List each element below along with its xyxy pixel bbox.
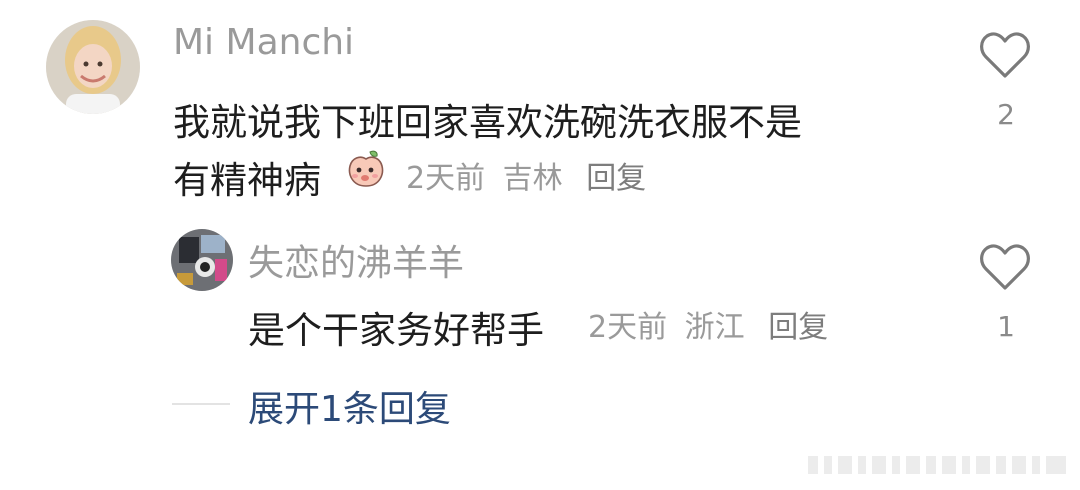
comment-reply-button[interactable]: 回复 (586, 161, 646, 196)
comment-text-line1: 我就说我下班回家喜欢洗碗洗衣服不是 (173, 101, 802, 144)
comment-location: 吉林 (502, 161, 563, 196)
reply-reply-button[interactable]: 回复 (768, 310, 828, 345)
reply-time: 2天前 (588, 310, 668, 345)
heart-outline-icon (980, 244, 1030, 290)
reply-meta: 2天前 浙江 回复 (588, 302, 828, 346)
comment-meta: 2天前 吉林 回复 (406, 153, 646, 197)
peach-emoji-icon (344, 146, 388, 190)
commenter-avatar[interactable] (46, 20, 140, 114)
comment-text-line2: 有精神病 (173, 159, 321, 202)
replier-username[interactable]: 失恋的沸羊羊 (248, 234, 464, 286)
heart-outline-icon (980, 32, 1030, 78)
reply-like-button[interactable] (978, 242, 1034, 296)
replier-avatar[interactable] (171, 229, 233, 291)
commenter-username[interactable]: Mi Manchi (173, 22, 354, 63)
reply-location: 浙江 (684, 310, 745, 345)
watermark (808, 452, 1070, 478)
reply-text: 是个干家务好帮手 (248, 309, 544, 352)
reply-like-count: 1 (997, 310, 1015, 343)
comment-like-button[interactable] (978, 30, 1034, 84)
comment-time: 2天前 (406, 161, 486, 196)
comment-like-count: 2 (997, 98, 1015, 131)
expand-divider (172, 403, 230, 405)
expand-replies-button[interactable]: 展开1条回复 (248, 380, 451, 432)
